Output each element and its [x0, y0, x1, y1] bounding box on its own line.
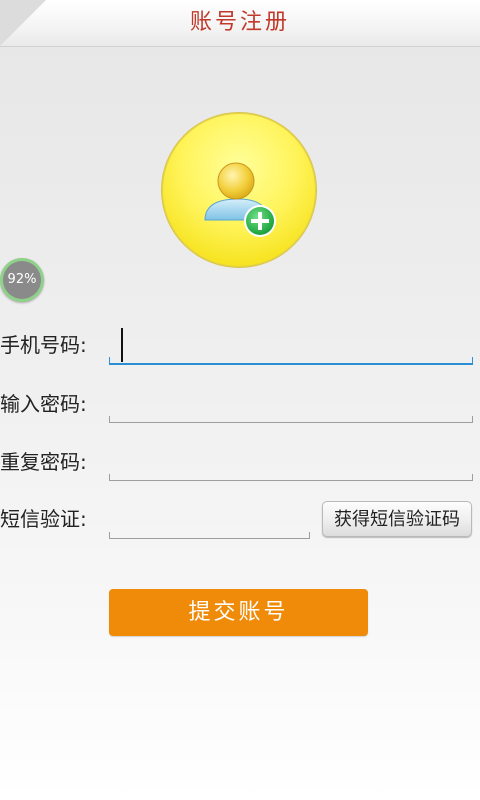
- phone-input[interactable]: [109, 325, 473, 365]
- confirm-password-input[interactable]: [109, 441, 473, 481]
- phone-label: 手机号码:: [0, 333, 87, 357]
- confirm-password-label: 重复密码:: [0, 450, 87, 474]
- password-label: 输入密码:: [0, 392, 87, 416]
- page-title: 账号注册: [189, 10, 290, 35]
- get-sms-code-button[interactable]: 获得短信验证码: [322, 501, 472, 537]
- add-user-icon: [204, 162, 276, 237]
- password-input-underline: [109, 416, 473, 423]
- submit-button[interactable]: 提交账号: [109, 589, 368, 636]
- title-bar: 账号注册: [0, 0, 480, 47]
- avatar-upload[interactable]: [161, 112, 317, 268]
- sms-code-input-underline: [109, 532, 310, 539]
- sms-code-input[interactable]: [109, 499, 310, 539]
- sms-code-label: 短信验证:: [0, 507, 87, 531]
- progress-label: 92%: [3, 261, 41, 299]
- progress-badge: 92%: [0, 258, 44, 302]
- phone-input-underline: [109, 357, 473, 365]
- password-input[interactable]: [109, 383, 473, 423]
- confirm-password-input-underline: [109, 474, 473, 481]
